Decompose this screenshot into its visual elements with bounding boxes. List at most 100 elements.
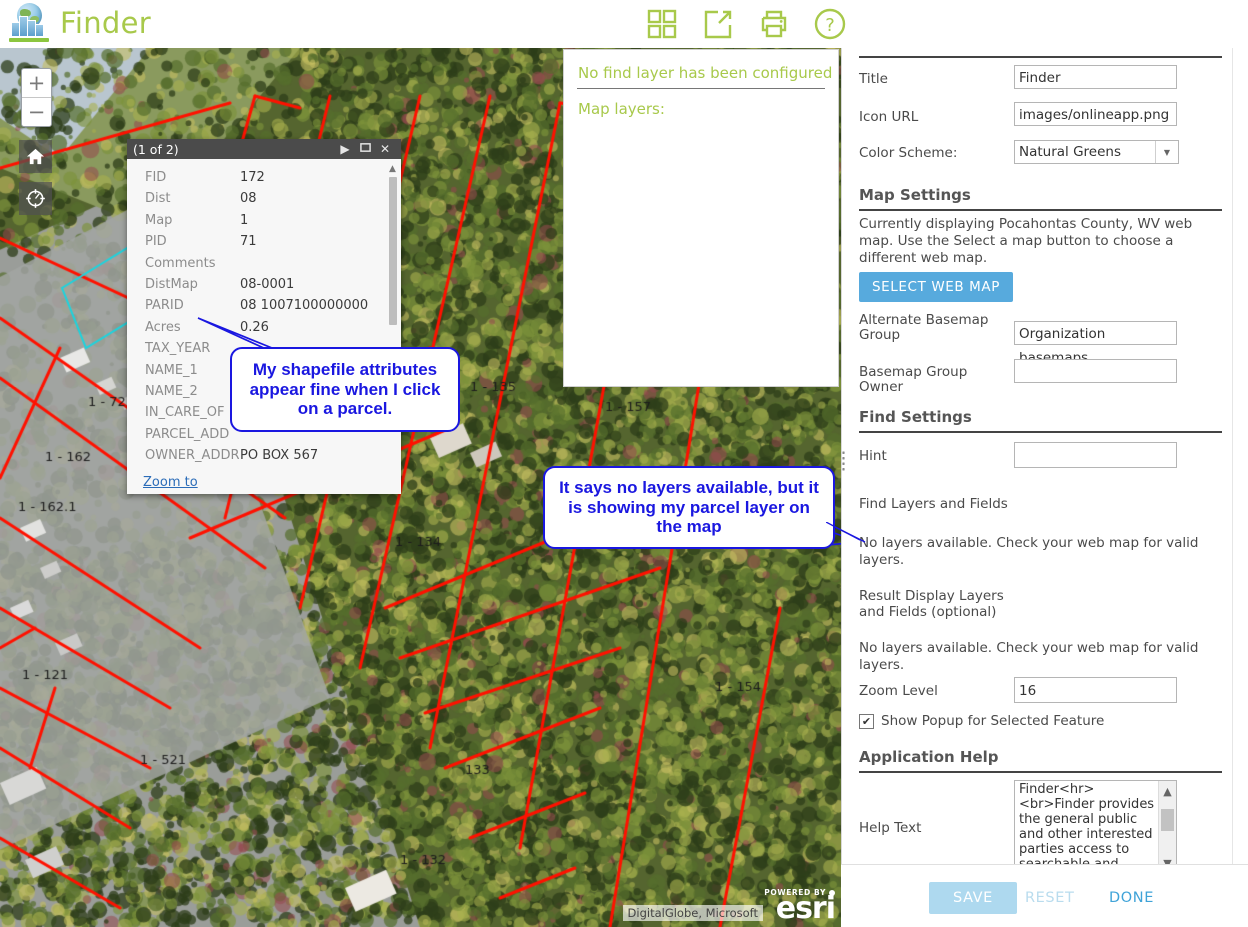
callout-layers-note: It says no layers available, but it is s… <box>543 466 835 549</box>
popup-field-key: Comments <box>145 255 216 271</box>
popup-title: (1 of 2) <box>133 141 179 157</box>
icon-url-label: Icon URL <box>859 109 919 125</box>
result-layers-message: No layers available. Check your web map … <box>859 640 1199 673</box>
find-panel-subtitle: Map layers: <box>578 100 665 118</box>
popup-field-value: 71 <box>240 234 257 250</box>
popup-field-value: PO BOX 567 <box>240 448 319 464</box>
popup-field-key: FID <box>145 170 167 185</box>
help-scroll-thumb[interactable] <box>1161 809 1174 831</box>
popup-field-value: 08 <box>240 191 257 207</box>
esri-logo: POWERED BY esri <box>764 888 836 926</box>
locate-button[interactable] <box>19 182 52 215</box>
panel-footer: SAVE RESET DONE <box>841 864 1248 927</box>
scroll-up-icon[interactable]: ▲ <box>387 163 398 174</box>
zoom-level-input[interactable]: 16 <box>1014 677 1177 703</box>
done-button[interactable]: DONE <box>1103 882 1160 914</box>
find-panel-title: No find layer has been configured <box>578 64 833 82</box>
popup-field-row: DistMap 08-0001 <box>145 274 391 295</box>
grid-icon[interactable] <box>642 4 682 44</box>
help-text-label: Help Text <box>859 820 922 836</box>
zoom-to-link[interactable]: Zoom to <box>143 475 198 490</box>
popup-field-row: Map 1 <box>145 210 391 231</box>
popup-field-value: 172 <box>240 170 265 185</box>
section-map-settings: Map Settings <box>859 186 1222 211</box>
popup-titlebar: (1 of 2) ▶ ✕ <box>127 139 401 159</box>
brand: Finder <box>8 2 151 44</box>
popup-field-row: Comments <box>145 253 391 274</box>
esri-wordmark: esri <box>775 891 836 926</box>
print-icon[interactable] <box>754 4 794 44</box>
application-help-heading: Application Help <box>859 748 999 766</box>
color-scheme-label: Color Scheme: <box>859 145 958 161</box>
find-layers-message: No layers available. Check your web map … <box>859 535 1199 568</box>
popup-field-row: OWNER_ADDR PO BOX 567 <box>145 445 391 466</box>
popup-field-value: 08-0001 <box>240 277 295 293</box>
popup-field-row: PID 71 <box>145 231 391 252</box>
alternate-basemap-label: Alternate Basemap Group <box>859 312 989 343</box>
help-text-scrollbar[interactable]: ▲ ▼ <box>1158 781 1176 874</box>
find-results-panel: No find layer has been configured Map la… <box>563 49 839 387</box>
help-text-value: Finder<hr><br>Finder provides the genera… <box>1019 782 1155 874</box>
home-icon <box>26 148 45 165</box>
page-title: Finder <box>60 6 151 40</box>
hint-label: Hint <box>859 448 887 464</box>
scroll-thumb[interactable] <box>389 177 397 325</box>
map-attribution: DigitalGlobe, Microsoft <box>622 905 763 921</box>
globe-city-logo-icon <box>8 2 50 44</box>
basemap-owner-input[interactable] <box>1014 359 1177 383</box>
panel-scrollbar[interactable] <box>1232 30 1241 890</box>
svg-text:?: ? <box>825 15 835 36</box>
alternate-basemap-input[interactable]: Organization basemaps <box>1014 321 1177 366</box>
map-settings-heading: Map Settings <box>859 186 971 204</box>
next-feature-icon[interactable]: ▶ <box>335 142 355 156</box>
hint-input[interactable] <box>1014 442 1177 468</box>
finder-configuration-app: Finder ? + − DigitalGlobe, Microsoft POW… <box>0 0 1248 927</box>
close-icon[interactable]: ✕ <box>375 142 395 156</box>
popup-field-key: PID <box>145 234 167 250</box>
section-find-settings: Find Settings <box>859 408 1222 433</box>
section-application-help: Application Help <box>859 748 1222 773</box>
find-settings-heading: Find Settings <box>859 408 972 426</box>
zoom-out-button[interactable]: − <box>22 98 51 126</box>
save-button[interactable]: SAVE <box>929 882 1017 914</box>
find-layers-label: Find Layers and Fields <box>859 496 1008 512</box>
popup-field-key: Map <box>145 212 173 228</box>
share-icon[interactable] <box>698 4 738 44</box>
basemap-owner-label: Basemap Group Owner <box>859 364 968 395</box>
app-header: Finder ? <box>0 0 1248 48</box>
maximize-icon[interactable] <box>355 142 375 156</box>
help-text-textarea[interactable]: Finder<hr><br>Finder provides the genera… <box>1014 780 1177 875</box>
zoom-in-button[interactable]: + <box>22 69 51 98</box>
panel-resize-handle[interactable] <box>841 450 846 472</box>
title-label: Title <box>859 71 888 87</box>
popup-field-key: PARCEL_ADD <box>145 426 230 442</box>
select-web-map-button[interactable]: SELECT WEB MAP <box>859 272 1013 302</box>
show-popup-checkbox-row[interactable]: ✔ Show Popup for Selected Feature <box>859 713 1104 729</box>
zoom-controls[interactable]: + − <box>21 68 52 127</box>
home-button[interactable] <box>19 140 52 173</box>
chevron-down-icon[interactable]: ▼ <box>1155 141 1178 163</box>
popup-field-row: FID 172 <box>145 167 391 188</box>
scroll-up-chevron-icon[interactable]: ▲ <box>1159 783 1176 800</box>
reset-button[interactable]: RESET <box>1019 882 1080 914</box>
show-popup-checkbox[interactable]: ✔ <box>859 713 874 729</box>
popup-field-value: 1 <box>240 212 249 228</box>
popup-field-key: OWNER_ADDR <box>145 448 240 464</box>
popup-field-key: IN_CARE_OF <box>145 405 225 421</box>
popup-field-key: NAME_2 <box>145 384 198 400</box>
color-scheme-select[interactable]: Natural Greens ▼ <box>1014 140 1179 164</box>
popup-field-row: Dist 08 <box>145 188 391 209</box>
title-input[interactable]: Finder <box>1014 65 1177 89</box>
result-layers-label: Result Display Layers and Fields (option… <box>859 588 1004 620</box>
show-popup-label: Show Popup for Selected Feature <box>881 713 1105 729</box>
color-scheme-value: Natural Greens <box>1019 144 1122 160</box>
callout-popup-note: My shapefile attributes appear fine when… <box>230 347 460 432</box>
help-icon[interactable]: ? <box>810 4 850 44</box>
map-settings-description: Currently displaying Pocahontas County, … <box>859 216 1193 266</box>
header-toolbar: ? <box>642 4 850 44</box>
locate-crosshair-icon <box>26 189 45 208</box>
popup-field-key: Dist <box>145 191 171 207</box>
popup-field-key: DistMap <box>145 277 198 293</box>
zoom-level-label: Zoom Level <box>859 683 938 699</box>
icon-url-input[interactable]: images/onlineapp.png <box>1014 102 1177 126</box>
